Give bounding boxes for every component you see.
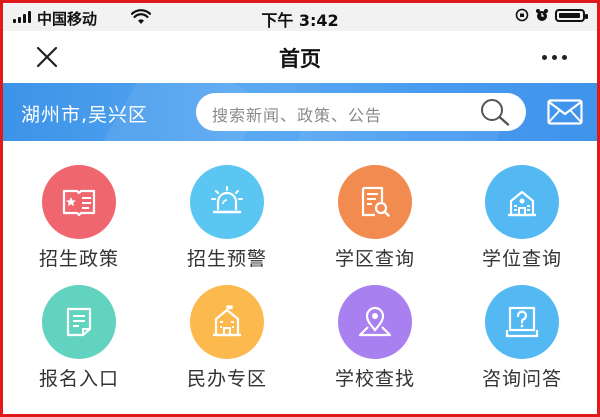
search-icon[interactable] xyxy=(478,97,512,127)
grid-item-registration-entry[interactable]: 报名入口 xyxy=(4,273,154,393)
header-banner: 湖州市,吴兴区 搜索新闻、政策、公告 xyxy=(3,83,597,141)
page-title: 首页 xyxy=(279,47,321,71)
search-placeholder: 搜索新闻、政策、公告 xyxy=(212,106,383,125)
building-icon xyxy=(190,285,264,359)
grid-item-label: 招生预警 xyxy=(186,248,267,270)
region-selector[interactable]: 湖州市,吴兴区 xyxy=(21,100,148,127)
status-bar: 中国移动 下午 3:42 xyxy=(3,3,597,31)
mail-icon[interactable] xyxy=(547,99,583,125)
map-pin-icon xyxy=(338,285,412,359)
flag-book-icon xyxy=(42,165,116,239)
grid-item-school-district-query[interactable]: 学区查询 xyxy=(300,153,450,273)
grid-item-private-school-zone[interactable]: 民办专区 xyxy=(152,273,302,393)
status-time: 下午 3:42 xyxy=(261,11,339,30)
grid-item-label: 学校查找 xyxy=(334,368,415,390)
grid-item-consultation-qa[interactable]: 咨询问答 xyxy=(447,273,597,393)
app-frame: 中国移动 下午 3:42 首页 湖州市,吴兴区 搜索新闻、政策、公告 招生政策 … xyxy=(0,0,600,417)
grid-item-label: 民办专区 xyxy=(186,368,267,390)
more-options-icon[interactable] xyxy=(542,55,567,60)
grid-item-school-place-query[interactable]: 学位查询 xyxy=(447,153,597,273)
battery-icon xyxy=(555,8,588,22)
nav-bar: 首页 xyxy=(3,31,597,83)
document-search-icon xyxy=(338,165,412,239)
question-icon xyxy=(485,285,559,359)
grid-item-label: 招生政策 xyxy=(38,248,119,270)
search-input[interactable]: 搜索新闻、政策、公告 xyxy=(196,93,526,131)
school-building-icon xyxy=(485,165,559,239)
form-list-icon xyxy=(42,285,116,359)
grid-item-label: 咨询问答 xyxy=(481,368,562,390)
grid-item-enrollment-policy[interactable]: 招生政策 xyxy=(4,153,154,273)
feature-grid: 招生政策 招生预警 学区查询 学位查询 报名入口 民办专区 学校查找 咨询问答 xyxy=(3,153,597,413)
alarm-light-icon xyxy=(190,165,264,239)
grid-item-label: 学位查询 xyxy=(481,248,562,270)
grid-item-enrollment-warning[interactable]: 招生预警 xyxy=(152,153,302,273)
grid-item-school-finder[interactable]: 学校查找 xyxy=(300,273,450,393)
orientation-lock-icon xyxy=(515,8,529,22)
alarm-icon xyxy=(536,9,548,21)
grid-item-label: 学区查询 xyxy=(334,248,415,270)
grid-item-label: 报名入口 xyxy=(38,368,119,390)
